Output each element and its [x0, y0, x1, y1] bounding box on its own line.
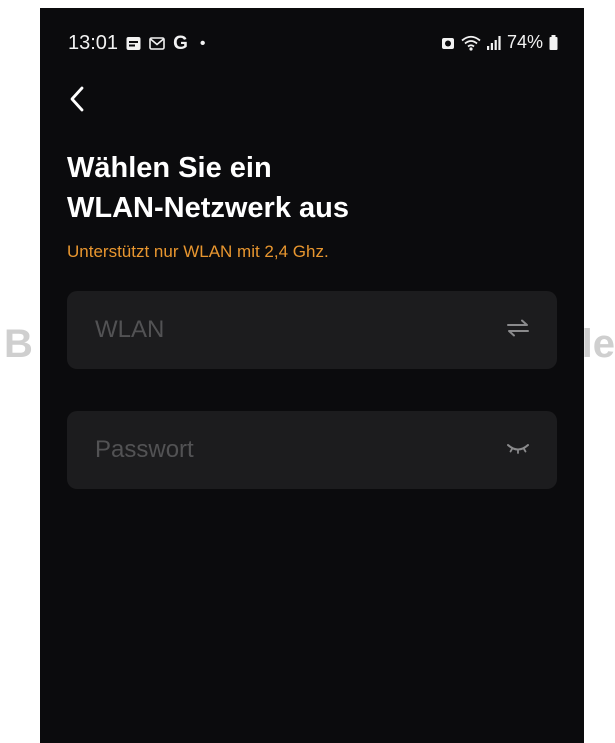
eye-closed-icon [506, 440, 530, 461]
google-notification-icon: G [173, 32, 188, 54]
calendar-notification-icon [126, 36, 141, 51]
page-title: Wählen Sie ein WLAN-Netzwerk aus [67, 148, 557, 228]
status-bar-left: 13:01 G • [68, 32, 205, 55]
wlan-input[interactable] [95, 291, 475, 369]
page: B le 13:01 G • 74% Wählen Sie ein WLAN-N… [0, 0, 615, 743]
alarm-icon [441, 36, 455, 50]
status-bar: 13:01 G • 74% [40, 8, 584, 70]
wifi-icon [461, 35, 481, 51]
battery-icon [549, 35, 558, 50]
swap-arrows-icon [506, 318, 530, 343]
wlan-field[interactable] [67, 291, 557, 369]
status-bar-right: 74% [441, 32, 558, 53]
watermark-right: le [581, 322, 615, 366]
wlan-requirement-notice: Unterstützt nur WLAN mit 2,4 Ghz. [67, 242, 329, 261]
phone-screen: 13:01 G • 74% Wählen Sie ein WLAN-Netzwe… [40, 8, 584, 743]
status-time: 13:01 [68, 32, 119, 54]
chevron-left-icon [69, 86, 85, 117]
password-input[interactable] [95, 411, 475, 489]
page-title-line-2: WLAN-Netzwerk aus [67, 192, 349, 224]
signal-icon [486, 35, 501, 50]
battery-percentage: 74% [506, 32, 543, 52]
page-title-line-1: Wählen Sie ein [67, 152, 272, 184]
more-notifications-dot: • [199, 34, 206, 52]
back-button[interactable] [62, 84, 92, 118]
toggle-password-visibility-button[interactable] [503, 436, 533, 464]
watermark-left: B [4, 322, 33, 366]
mail-notification-icon [149, 37, 165, 50]
switch-network-button[interactable] [503, 316, 533, 344]
password-field[interactable] [67, 411, 557, 489]
